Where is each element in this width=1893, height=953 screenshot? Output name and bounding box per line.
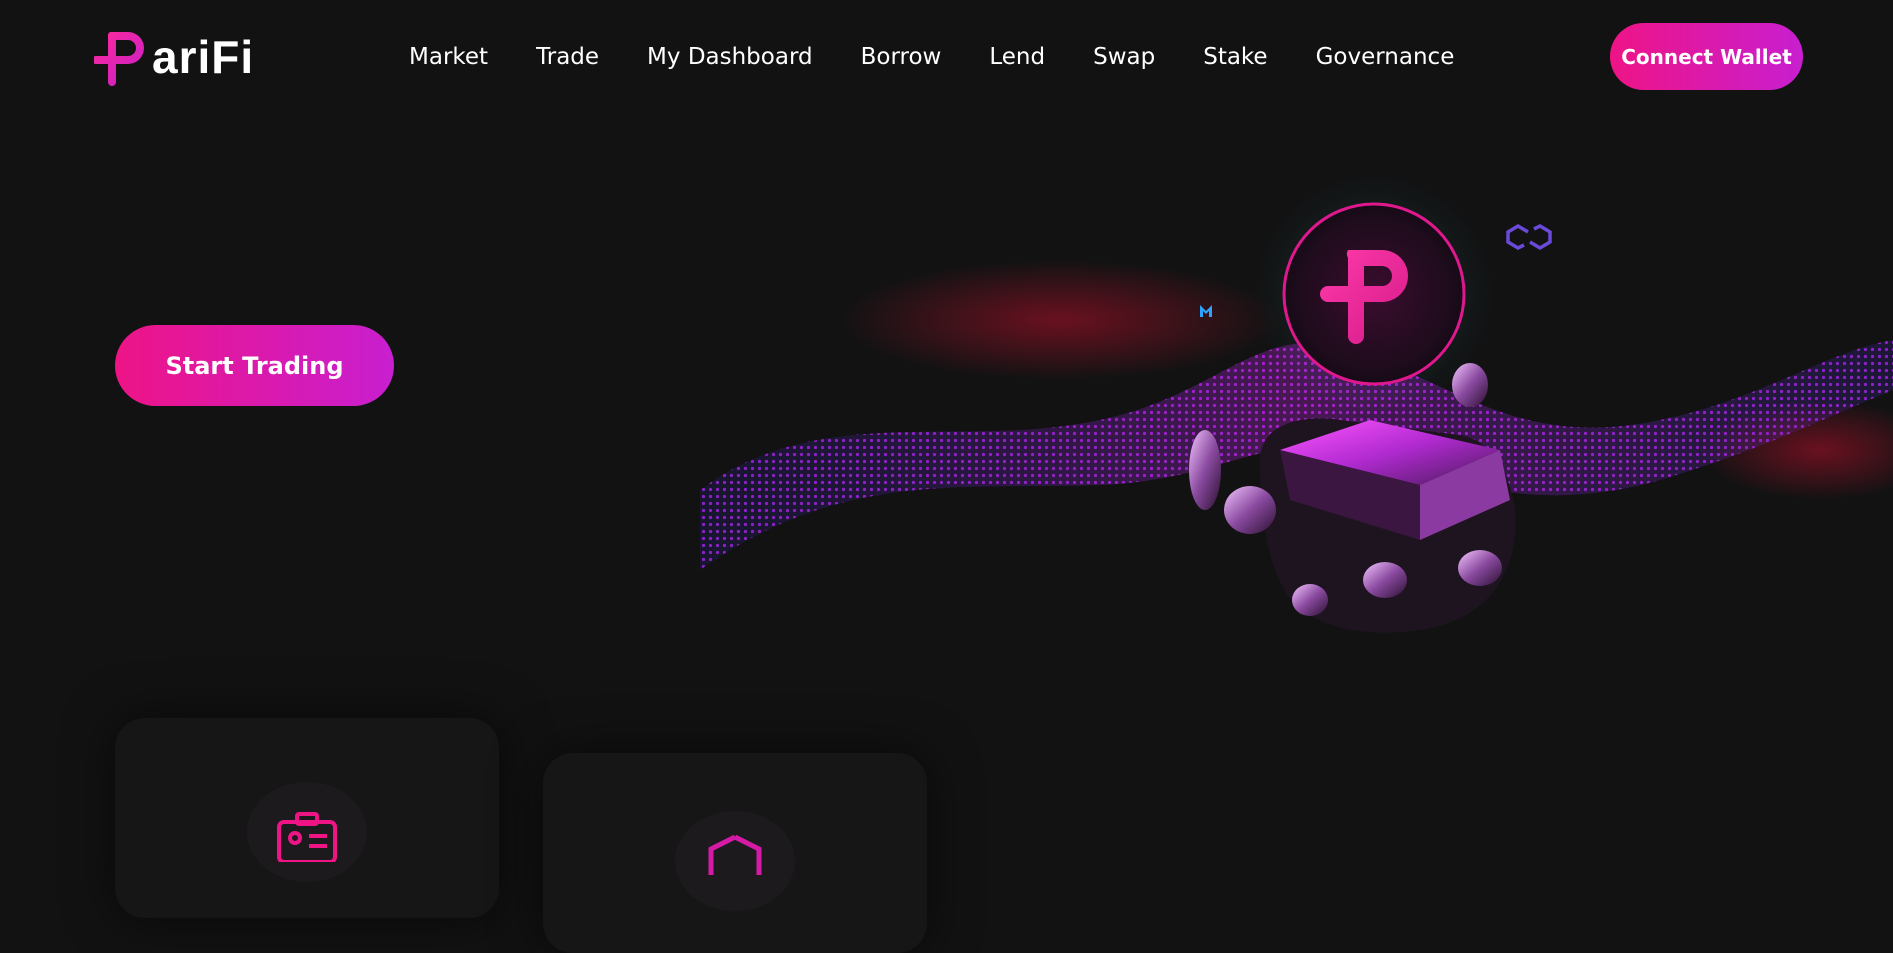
hero-illustration [700, 174, 1893, 633]
nav-item-governance[interactable]: Governance [1316, 40, 1455, 74]
id-card-icon [277, 812, 337, 862]
start-trading-button[interactable]: Start Trading [115, 325, 394, 406]
card-icon-wrap [675, 811, 795, 911]
nav-item-borrow[interactable]: Borrow [861, 40, 942, 74]
logo-text: ariFi [152, 31, 255, 83]
feature-card [115, 718, 499, 918]
nav-item-my-dashboard[interactable]: My Dashboard [647, 40, 813, 74]
nav-item-trade[interactable]: Trade [536, 40, 599, 74]
parifi-logo-icon [94, 32, 144, 86]
nav-item-lend[interactable]: Lend [989, 40, 1045, 74]
nav-item-swap[interactable]: Swap [1093, 40, 1155, 74]
hexagon-icon [708, 835, 762, 875]
nav-item-market[interactable]: Market [409, 40, 488, 74]
parifi-p-icon [1282, 202, 1466, 386]
feature-card [543, 753, 927, 953]
polygon-icon [1506, 223, 1552, 251]
card-icon-wrap [247, 782, 367, 882]
logo[interactable]: ariFi [94, 26, 254, 88]
main-nav: Market Trade My Dashboard Borrow Lend Sw… [409, 40, 1454, 74]
nav-item-stake[interactable]: Stake [1203, 40, 1267, 74]
connect-wallet-button[interactable]: Connect Wallet [1610, 23, 1803, 90]
